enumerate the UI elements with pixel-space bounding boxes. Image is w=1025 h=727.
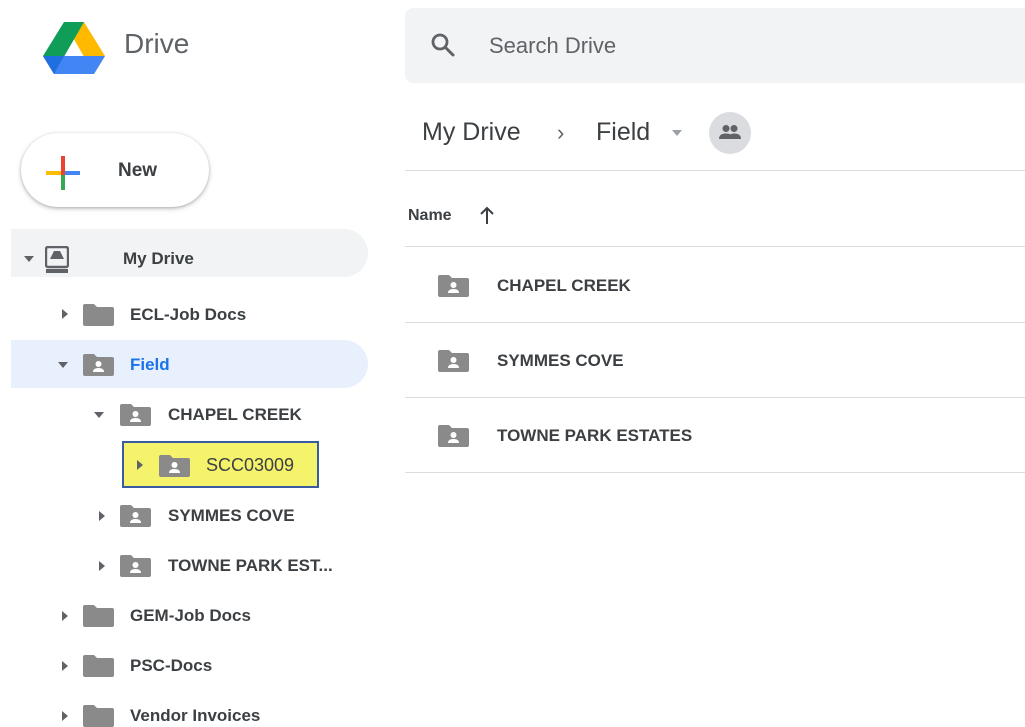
breadcrumb-current-folder[interactable]: Field	[596, 118, 650, 147]
folder-icon	[83, 705, 114, 727]
breadcrumb-my-drive[interactable]: My Drive	[422, 118, 521, 147]
sidebar-label: PSC-Docs	[130, 656, 213, 675]
new-button-label: New	[118, 160, 158, 181]
my-drive-icon	[45, 246, 69, 273]
file-name: TOWNE PARK ESTATES	[497, 426, 693, 445]
shared-folder-icon	[120, 505, 151, 527]
file-name: SYMMES COVE	[497, 351, 624, 370]
arrow-up-icon[interactable]	[479, 205, 495, 225]
table-row[interactable]: TOWNE PARK ESTATES	[405, 398, 1025, 472]
shared-folder-icon	[120, 555, 151, 577]
sidebar-label: My Drive	[123, 249, 194, 268]
sidebar-label: CHAPEL CREEK	[168, 405, 302, 424]
drive-logo-icon[interactable]	[43, 22, 105, 74]
table-row[interactable]: SYMMES COVE	[405, 323, 1025, 397]
shared-folder-icon	[438, 425, 469, 447]
sidebar-label: SYMMES COVE	[168, 506, 295, 525]
divider	[405, 170, 1025, 171]
sidebar-label: SCC03009	[206, 455, 295, 475]
table-row[interactable]: CHAPEL CREEK	[405, 248, 1025, 322]
folder-icon	[83, 304, 114, 326]
sidebar-label: Vendor Invoices	[130, 706, 261, 725]
chevron-down-icon[interactable]	[94, 412, 104, 418]
shared-folder-icon	[159, 455, 190, 477]
shared-folder-icon	[83, 354, 114, 376]
chevron-right-icon[interactable]	[99, 511, 105, 521]
chevron-right-icon[interactable]	[62, 611, 68, 621]
sidebar-label: ECL-Job Docs	[130, 305, 247, 324]
shared-folder-icon	[120, 404, 151, 426]
divider	[405, 246, 1025, 247]
chevron-right-icon[interactable]	[62, 661, 68, 671]
search-icon[interactable]	[430, 32, 456, 58]
sidebar-label: TOWNE PARK EST...	[168, 556, 333, 575]
sidebar-label: Field	[130, 355, 170, 374]
chevron-right-icon[interactable]	[62, 711, 68, 721]
chevron-right-icon[interactable]	[99, 561, 105, 571]
column-header-name[interactable]: Name	[408, 207, 452, 225]
chevron-right-icon[interactable]	[62, 309, 68, 319]
file-name: CHAPEL CREEK	[497, 276, 631, 295]
search-input[interactable]: Search Drive	[489, 33, 616, 59]
shared-folder-icon	[438, 350, 469, 372]
folder-icon	[83, 655, 114, 677]
shared-folder-icon	[438, 275, 469, 297]
dropdown-caret-icon[interactable]	[672, 130, 682, 136]
divider	[405, 472, 1025, 473]
chevron-down-icon[interactable]	[58, 362, 68, 368]
sidebar-label: GEM-Job Docs	[130, 606, 251, 625]
plus-icon	[46, 156, 80, 190]
people-icon	[719, 125, 741, 139]
breadcrumb-separator: ›	[557, 120, 565, 145]
chevron-down-icon[interactable]	[24, 256, 34, 262]
chevron-right-icon[interactable]	[137, 460, 143, 470]
app-title[interactable]: Drive	[124, 28, 189, 60]
folder-icon	[83, 605, 114, 627]
